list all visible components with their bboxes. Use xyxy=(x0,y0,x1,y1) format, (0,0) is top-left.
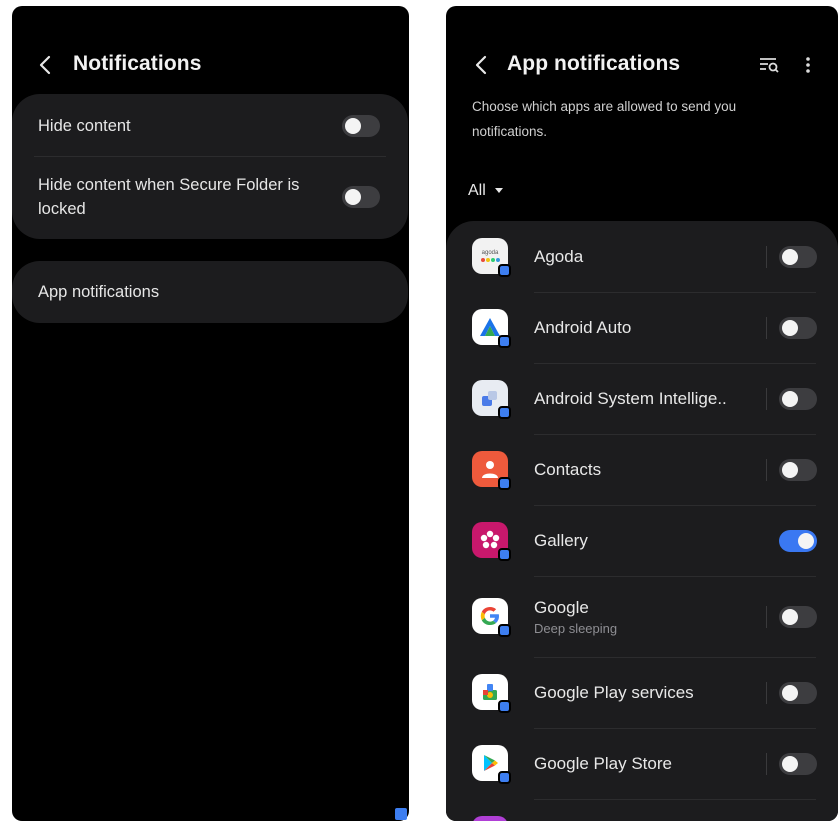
partial-app-icon xyxy=(472,816,508,821)
gallery-icon xyxy=(472,522,511,561)
google-toggle[interactable] xyxy=(779,606,817,628)
badge-icon xyxy=(498,548,511,561)
separator xyxy=(766,317,767,339)
page-title: Notifications xyxy=(73,52,202,75)
list-item-google-play-store[interactable]: Google Play Store xyxy=(446,729,838,799)
gallery-toggle[interactable] xyxy=(779,530,817,552)
setting-label: Hide content xyxy=(38,117,131,135)
android-auto-toggle[interactable] xyxy=(779,317,817,339)
toggle-knob xyxy=(782,462,798,478)
android-auto-icon xyxy=(472,309,511,348)
notifications-screen: Notifications Hide content Hide content … xyxy=(12,6,409,821)
list-item-agoda[interactable]: agoda Agoda xyxy=(446,221,838,292)
header: App notifications xyxy=(446,35,838,95)
corner-badge-icon xyxy=(395,808,407,820)
setting-hide-content-secure-folder[interactable]: Hide content when Secure Folder is locke… xyxy=(12,157,408,239)
page-title: App notifications xyxy=(507,52,681,75)
badge-icon xyxy=(498,335,511,348)
back-arrow-icon[interactable] xyxy=(32,52,58,78)
separator xyxy=(766,388,767,410)
toggle-knob xyxy=(782,320,798,336)
app-notifications-screen: App notifications Choose which apps are … xyxy=(446,6,838,821)
app-name: Google xyxy=(534,598,589,617)
contacts-toggle[interactable] xyxy=(779,459,817,481)
list-item-android-system-intelligence[interactable]: Android System Intellige.. xyxy=(446,364,838,434)
separator xyxy=(766,682,767,704)
toggle-knob xyxy=(345,118,361,134)
caret-down-icon xyxy=(494,182,504,200)
app-name: Contacts xyxy=(534,460,602,479)
svg-text:agoda: agoda xyxy=(482,250,499,256)
badge-icon xyxy=(498,771,511,784)
more-options-icon[interactable] xyxy=(800,53,816,77)
agoda-icon: agoda xyxy=(472,238,511,277)
filter-label: All xyxy=(468,182,486,199)
app-name: Agoda xyxy=(534,247,584,266)
toggle-knob xyxy=(782,756,798,772)
app-notifications-label: App notifications xyxy=(38,283,160,301)
app-name: Google Play Store xyxy=(534,754,672,773)
google-play-store-toggle[interactable] xyxy=(779,753,817,775)
badge-icon xyxy=(498,406,511,419)
list-item-gallery[interactable]: Gallery xyxy=(446,506,838,576)
toggle-knob xyxy=(798,533,814,549)
toggle-knob xyxy=(345,189,361,205)
badge-icon xyxy=(498,700,511,713)
app-name: Android System Intellige.. xyxy=(534,389,727,408)
app-notifications-item[interactable]: App notifications xyxy=(12,261,408,323)
google-play-services-toggle[interactable] xyxy=(779,682,817,704)
setting-hide-content[interactable]: Hide content xyxy=(12,94,408,156)
android-system-intelligence-icon xyxy=(472,380,511,419)
android-system-intelligence-toggle[interactable] xyxy=(779,388,817,410)
list-item-partial[interactable] xyxy=(446,800,838,821)
separator xyxy=(766,246,767,268)
google-play-services-icon xyxy=(472,674,511,713)
list-item-google[interactable]: Google Deep sleeping xyxy=(446,577,838,657)
app-status: Deep sleeping xyxy=(534,621,618,636)
separator xyxy=(766,459,767,481)
hide-content-toggle[interactable] xyxy=(342,115,380,137)
app-name: Google Play services xyxy=(534,683,694,702)
filter-dropdown[interactable]: All xyxy=(468,182,504,200)
filter-search-icon[interactable] xyxy=(757,53,781,77)
badge-icon xyxy=(498,477,511,490)
list-item-google-play-services[interactable]: Google Play services xyxy=(446,658,838,728)
toggle-knob xyxy=(782,391,798,407)
toggle-knob xyxy=(782,685,798,701)
google-play-store-icon xyxy=(472,745,511,784)
separator xyxy=(766,753,767,775)
toggle-knob xyxy=(782,609,798,625)
app-name: Android Auto xyxy=(534,318,632,337)
badge-icon xyxy=(498,624,511,637)
agoda-toggle[interactable] xyxy=(779,246,817,268)
contacts-icon xyxy=(472,451,511,490)
toggle-knob xyxy=(782,249,798,265)
google-icon xyxy=(472,598,511,637)
header: Notifications xyxy=(12,35,409,95)
secure-folder-toggle[interactable] xyxy=(342,186,380,208)
back-arrow-icon[interactable] xyxy=(468,52,494,78)
hide-content-card: Hide content Hide content when Secure Fo… xyxy=(12,94,408,239)
setting-label: Hide content when Secure Folder is locke… xyxy=(38,176,300,218)
apps-list: agoda Agoda Android Auto Android System … xyxy=(446,221,838,821)
separator xyxy=(766,606,767,628)
list-item-contacts[interactable]: Contacts xyxy=(446,435,838,505)
app-name: Gallery xyxy=(534,531,588,550)
badge-icon xyxy=(498,264,511,277)
list-item-android-auto[interactable]: Android Auto xyxy=(446,293,838,363)
description-text: Choose which apps are allowed to send yo… xyxy=(472,99,737,139)
